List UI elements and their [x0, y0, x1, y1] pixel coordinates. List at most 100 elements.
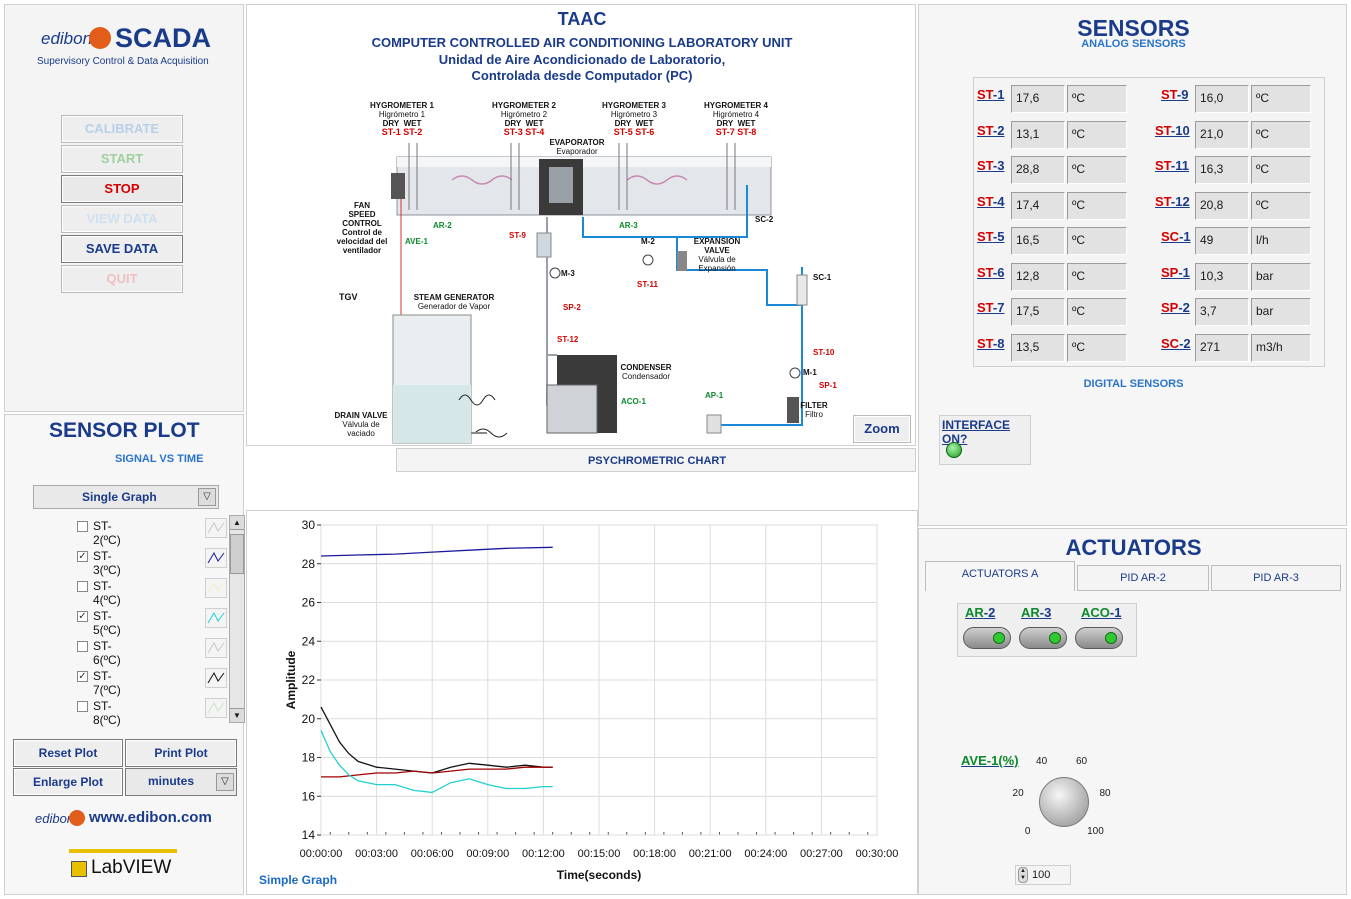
trace-color-swatch[interactable]	[205, 608, 227, 628]
sensor-value: 16,5	[1011, 227, 1065, 255]
sc1-label: SC-1	[813, 273, 832, 282]
y-tick-label: 16	[302, 789, 316, 803]
actuator-toggle[interactable]	[963, 627, 1011, 649]
y-tick-label: 18	[302, 751, 316, 765]
sensor-checkbox-label: ST-2(ºC)	[93, 519, 121, 547]
logo-subtitle: Supervisory Control & Data Acquisition	[37, 56, 209, 67]
sensor-label[interactable]: SC-1	[1161, 229, 1191, 244]
tab-pid-ar2[interactable]: PID AR-2	[1077, 565, 1209, 591]
ave1-numeric-value: 100	[1032, 869, 1051, 881]
sensor-checkbox-label: ST-6(ºC)	[93, 639, 121, 667]
list-scrollbar[interactable]: ▲ ▼	[229, 515, 245, 723]
sensor-label[interactable]: ST-10	[1155, 123, 1190, 138]
start-button[interactable]: START	[61, 145, 183, 173]
trace-color-swatch[interactable]	[205, 578, 227, 598]
ave1-numeric-input[interactable]: ▲ ▼ 100	[1015, 865, 1071, 885]
sensor-unit: bar	[1251, 298, 1311, 326]
sensor-unit: ºC	[1067, 333, 1127, 362]
digital-sensors-title: DIGITAL SENSORS	[1083, 378, 1184, 390]
sensor-label[interactable]: ST-6	[977, 265, 1004, 280]
sensor-value: 16,0	[1195, 85, 1249, 113]
sensor-checkbox[interactable]: ✓	[77, 671, 88, 682]
sensor-unit: ºC	[1251, 85, 1311, 113]
trace-color-swatch[interactable]	[205, 668, 227, 688]
sensor-label[interactable]: ST-5	[977, 229, 1004, 244]
trace-color-swatch[interactable]	[205, 548, 227, 568]
sensor-unit: ºC	[1067, 85, 1127, 113]
ap1-unit	[706, 414, 722, 434]
trace-color-swatch[interactable]	[205, 638, 227, 658]
reset-plot-button[interactable]: Reset Plot	[13, 739, 123, 767]
condensate-tank	[536, 232, 552, 258]
y-axis-label: Amplitude	[284, 650, 298, 709]
sensor-label[interactable]: ST-11	[1155, 158, 1189, 173]
y-tick-label: 22	[302, 673, 316, 687]
tab-pid-ar3[interactable]: PID AR-3	[1211, 565, 1341, 591]
sensor-label[interactable]: ST-12	[1155, 194, 1190, 209]
sensor-label[interactable]: ST-9	[1161, 87, 1188, 102]
x-tick-label: 00:12:00	[522, 848, 565, 860]
sensor-value: 21,0	[1195, 120, 1249, 149]
sensor-label[interactable]: ST-3	[977, 158, 1004, 173]
view-data-button[interactable]: VIEW DATA	[61, 205, 183, 233]
calibrate-button[interactable]: CALIBRATE	[61, 115, 183, 143]
labview-bar-icon	[69, 849, 177, 853]
trace-color-swatch[interactable]	[205, 518, 227, 538]
hygrometer-4-label: HYGROMETER 4 Higrómetro 4 DRY WET ST-7 ST…	[703, 101, 768, 137]
sensor-label[interactable]: ST-8	[977, 336, 1004, 351]
graph-mode-select[interactable]: Single Graph ▽	[33, 485, 219, 509]
sensor-label[interactable]: ST-1	[977, 87, 1004, 102]
sensor-value: 49	[1195, 227, 1249, 255]
sensor-value: 16,3	[1195, 156, 1249, 184]
time-units-select[interactable]: minutes ▽	[125, 768, 237, 796]
sensor-checkbox[interactable]	[77, 701, 88, 712]
sensor-value: 28,8	[1011, 156, 1065, 184]
scroll-thumb[interactable]	[230, 534, 244, 574]
sensor-checkbox[interactable]	[77, 581, 88, 592]
scroll-up-icon[interactable]: ▲	[230, 516, 244, 530]
sensor-checkbox[interactable]: ✓	[77, 611, 88, 622]
actuator-toggle[interactable]	[1019, 627, 1067, 649]
stop-button[interactable]: STOP	[61, 175, 183, 203]
dial-tick-label: 80	[1099, 788, 1111, 800]
enlarge-plot-button[interactable]: Enlarge Plot	[13, 768, 123, 796]
actuator-toggle[interactable]	[1075, 627, 1123, 649]
sensor-label[interactable]: ST-7	[977, 300, 1004, 315]
zoom-button[interactable]: Zoom	[853, 415, 911, 443]
sensor-checkbox[interactable]	[77, 641, 88, 652]
logo-product: SCADA	[115, 23, 212, 53]
sensor-checkbox[interactable]: ✓	[77, 551, 88, 562]
toggle-led-icon	[1105, 632, 1117, 644]
footer-url: www.edibon.com	[89, 809, 212, 826]
psychrometric-tab[interactable]: PSYCHROMETRIC CHART	[396, 448, 916, 472]
sensor-label[interactable]: ST-4	[977, 194, 1004, 209]
ave1-label: AVE-1(%)	[961, 753, 1019, 768]
filter-label: FILTER Filtro	[800, 401, 828, 419]
sensor-value: 13,1	[1011, 120, 1065, 149]
sensor-checkbox-label: ST-5(ºC)	[93, 609, 121, 637]
save-data-button[interactable]: SAVE DATA	[61, 235, 183, 263]
quit-button[interactable]: QUIT	[61, 265, 183, 293]
sensor-label[interactable]: SP-2	[1161, 300, 1190, 315]
sensor-value: 17,4	[1011, 191, 1065, 220]
sensor-label[interactable]: ST-2	[977, 123, 1004, 138]
scroll-down-icon[interactable]: ▼	[230, 708, 244, 722]
stepper-icon[interactable]: ▲ ▼	[1018, 867, 1028, 883]
x-tick-label: 00:18:00	[633, 848, 676, 860]
sensor-value: 17,5	[1011, 298, 1065, 326]
interface-led-icon	[946, 442, 962, 458]
print-plot-button[interactable]: Print Plot	[125, 739, 237, 767]
sensor-label[interactable]: SC-2	[1161, 336, 1191, 351]
sensor-unit: ºC	[1067, 262, 1127, 291]
sensor-unit: bar	[1251, 262, 1311, 291]
edibon-logo: edibon SCADA	[41, 23, 211, 53]
sensor-checkbox[interactable]	[77, 521, 88, 532]
sensor-unit: m3/h	[1251, 333, 1311, 362]
tab-actuators-a[interactable]: ACTUATORS A	[925, 561, 1075, 591]
sensor-value: 271	[1195, 333, 1249, 362]
y-tick-label: 30	[302, 518, 316, 532]
trace-color-swatch[interactable]	[205, 698, 227, 718]
sensor-label[interactable]: SP-1	[1161, 265, 1190, 280]
sensor-value: 3,7	[1195, 298, 1249, 326]
ave1-knob[interactable]	[1039, 777, 1089, 827]
